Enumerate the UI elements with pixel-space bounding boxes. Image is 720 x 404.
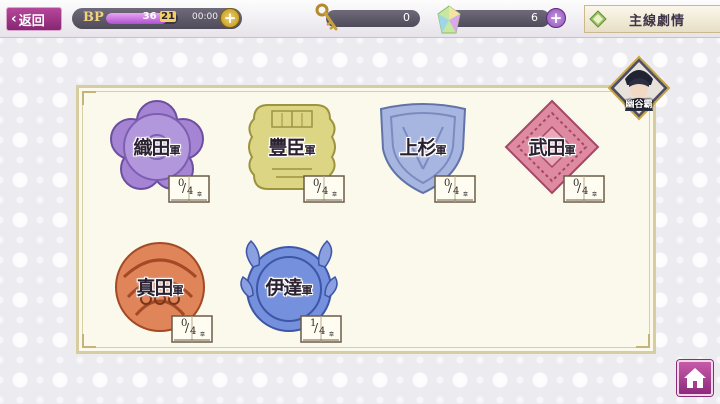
back-button[interactable]: ‹ 返回 [6, 7, 62, 31]
chapter-count: 0/4 章 [181, 318, 206, 338]
chapter-count: 1/4 章 [310, 318, 335, 338]
clan-name: 武田軍 [528, 137, 576, 159]
gem-count: 6 [531, 11, 538, 24]
avatar-label: 幽谷霸 [625, 100, 653, 110]
clan-crest-oda[interactable]: 織田軍 0/4 章 [107, 97, 217, 207]
clan-name: 上杉軍 [399, 137, 447, 159]
character-avatar-button[interactable]: 幽谷霸 [607, 55, 671, 121]
clan-selection-panel: 織田軍 0/4 章 豐臣軍 0/4 章 上杉軍 0 / 4 章 武田軍 0 / … [76, 85, 656, 354]
clan-name: 豐臣軍 [268, 137, 316, 159]
clan-name: 真田軍 [136, 277, 184, 299]
diamond-icon [589, 10, 607, 28]
home-button[interactable] [677, 360, 713, 396]
bp-max: 21 [160, 11, 176, 22]
panel-corner-ornament [82, 91, 96, 105]
chapter-progress-badge: 0/4 章 [167, 174, 211, 204]
chevron-left-icon: ‹ [11, 11, 17, 27]
chapter-progress-badge: 1/4 章 [299, 314, 343, 344]
panel-corner-ornament [82, 334, 96, 348]
story-mode-label: 主線劇情 [629, 13, 686, 29]
home-icon [684, 368, 706, 388]
chapter-count: 0/4 章 [573, 178, 598, 198]
chapter-count: 0/4 章 [313, 178, 338, 198]
clan-crest-toyotomi[interactable]: 豐臣軍 0/4 章 [242, 97, 352, 207]
bp-add-button[interactable]: + [220, 8, 240, 28]
back-button-label: 返回 [18, 13, 45, 29]
panel-corner-ornament [636, 334, 650, 348]
gem-add-button[interactable]: + [546, 8, 566, 28]
crystal-icon [437, 5, 461, 34]
character-portrait [607, 55, 671, 121]
clan-name: 伊達軍 [265, 277, 313, 299]
chapter-count: 0/4 章 [444, 178, 469, 198]
clan-crest-sanada[interactable]: 真田軍 0/4 章 [110, 237, 220, 347]
bp-label: BP [83, 10, 104, 25]
key-counter: 0 [326, 10, 420, 27]
chapter-progress-badge: 0/4 章 [302, 174, 346, 204]
clan-name: 織田軍 [133, 137, 181, 159]
key-icon [315, 3, 338, 31]
top-bar: ‹ 返回 BP 36 21 00:00 + 0 6 + 主線劇情 [0, 0, 720, 38]
clan-crest-uesugi[interactable]: 上杉軍 0/4 章 [373, 97, 483, 207]
chapter-progress-badge: 0/4 章 [562, 174, 606, 204]
bp-values: 36 21 [106, 11, 178, 22]
bp-timer: 00:00 [192, 12, 218, 22]
chapter-count: 0/4 章 [178, 178, 203, 198]
story-mode-tab[interactable]: 主線劇情 [584, 5, 720, 33]
bp-meter: BP 36 21 00:00 + [72, 8, 242, 29]
clan-crest-takeda[interactable]: 武田軍 0/4 章 [502, 97, 612, 207]
chapter-progress-badge: 0/4 章 [433, 174, 477, 204]
key-count: 0 [403, 11, 410, 24]
clan-crest-date[interactable]: 伊達軍 1/4 章 [239, 237, 349, 347]
chapter-progress-badge: 0/4 章 [170, 314, 214, 344]
bp-current: 36 [142, 11, 157, 22]
